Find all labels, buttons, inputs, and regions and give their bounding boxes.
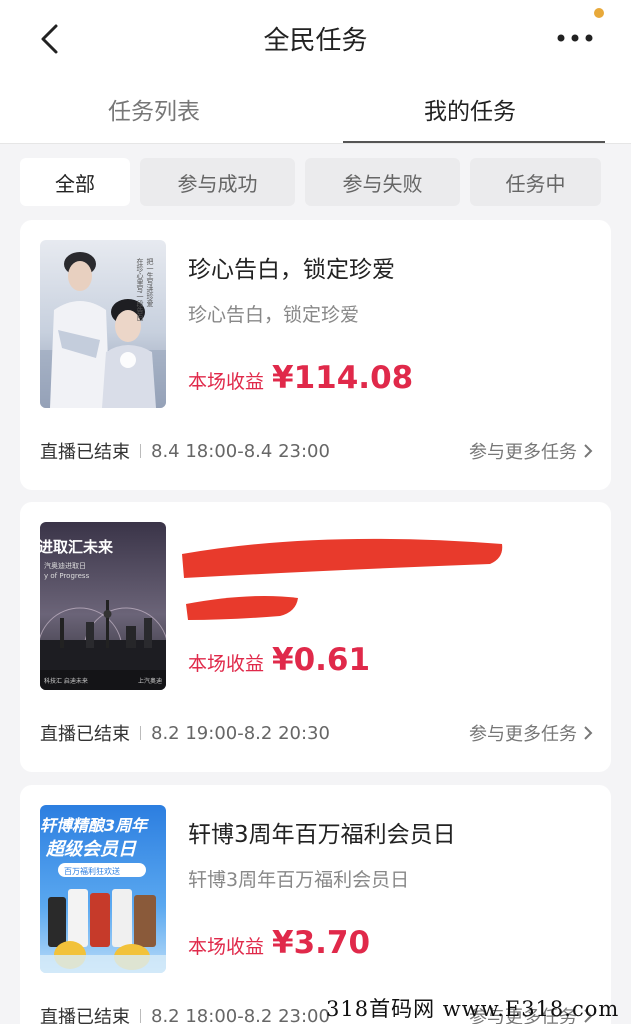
task-time: 8.2 19:00-8.2 20:30	[151, 722, 330, 744]
task-thumbnail: 轩博精酿3周年 超级会员日 百万福利狂欢送	[40, 805, 166, 973]
task-time: 8.2 18:00-8.2 23:00	[151, 1005, 330, 1024]
thumb-vertical-text: 把一生写进珍爱	[146, 257, 154, 308]
earnings-label: 本场收益	[188, 653, 265, 675]
thumb-subline: y of Progress	[44, 572, 90, 580]
filter-in-progress[interactable]: 任务中	[470, 158, 601, 206]
thumb-headline: 轩博精酿3周年	[40, 816, 149, 835]
tab-task-list[interactable]: 任务列表	[108, 92, 200, 126]
earnings-value: ¥114.08	[272, 360, 414, 396]
task-earnings: 本场收益 ¥3.70	[188, 925, 370, 965]
thumb-subline: 汽奥迪进取日	[44, 561, 86, 570]
task-subtitle: 珍心告白，锁定珍爱	[188, 304, 360, 326]
task-earnings: 本场收益 ¥0.61	[188, 642, 370, 682]
chevron-right-icon	[584, 726, 593, 740]
task-footer: 直播已结束 8.2 19:00-8.2 20:30 参与更多任务	[40, 720, 593, 746]
task-card[interactable]: 进取汇未来 汽奥迪进取日 y of Progress 科技汇 启迪未来 上汽奥迪…	[20, 502, 611, 772]
top-bar: 全民任务	[0, 0, 631, 78]
more-dots-icon[interactable]	[556, 26, 594, 50]
task-subtitle: 轩博3周年百万福利会员日	[188, 869, 410, 891]
filter-all[interactable]: 全部	[20, 158, 130, 206]
task-card[interactable]: 在珍心里写一段告白 把一生写进珍爱 珍心告白，锁定珍爱 珍心告白，锁定珍爱 本场…	[20, 220, 611, 490]
more-tasks-label: 参与更多任务	[469, 442, 577, 463]
divider	[140, 1009, 141, 1023]
chevron-right-icon	[584, 444, 593, 458]
tab-bar: 任务列表 我的任务	[0, 78, 631, 144]
filter-bar: 全部 参与成功 参与失败 任务中	[0, 158, 631, 208]
thumb-headline: 超级会员日	[45, 839, 137, 860]
task-status: 直播已结束	[40, 1007, 130, 1024]
thumb-ribbon: 百万福利狂欢送	[64, 866, 120, 876]
earnings-value: ¥3.70	[272, 925, 371, 961]
active-tab-indicator	[343, 141, 605, 143]
thumb-vertical-text: 在珍心里写一段告白	[136, 257, 144, 322]
task-thumbnail: 在珍心里写一段告白 把一生写进珍爱	[40, 240, 166, 408]
page-title: 全民任务	[263, 26, 368, 56]
earnings-label: 本场收益	[188, 371, 265, 393]
redaction-scribble	[182, 538, 503, 620]
filter-failed[interactable]: 参与失败	[305, 158, 460, 206]
earnings-label: 本场收益	[188, 936, 265, 958]
notification-dot	[594, 8, 604, 18]
task-earnings: 本场收益 ¥114.08	[188, 360, 413, 400]
task-title: 珍心告白，锁定珍爱	[188, 257, 395, 283]
tab-my-tasks[interactable]: 我的任务	[424, 92, 516, 126]
thumb-caption: 科技汇 启迪未来	[44, 677, 88, 685]
more-tasks-link[interactable]: 参与更多任务	[469, 438, 593, 464]
task-thumbnail: 进取汇未来 汽奥迪进取日 y of Progress 科技汇 启迪未来 上汽奥迪	[40, 522, 166, 690]
task-footer: 直播已结束 8.4 18:00-8.4 23:00 参与更多任务	[40, 438, 593, 464]
watermark: 318首码网 www.E318.com	[326, 997, 620, 1021]
task-time: 8.4 18:00-8.4 23:00	[151, 440, 330, 462]
divider	[140, 726, 141, 740]
filter-success[interactable]: 参与成功	[140, 158, 295, 206]
task-status: 直播已结束	[40, 724, 130, 745]
task-card[interactable]: 轩博精酿3周年 超级会员日 百万福利狂欢送 轩博3周年百万福利会员日 轩博3周年…	[20, 785, 611, 1024]
task-status: 直播已结束	[40, 442, 130, 463]
more-tasks-link[interactable]: 参与更多任务	[469, 720, 593, 746]
task-title: 轩博3周年百万福利会员日	[188, 822, 456, 848]
thumb-headline: 进取汇未来	[40, 538, 114, 556]
more-tasks-label: 参与更多任务	[469, 724, 577, 745]
thumb-caption: 上汽奥迪	[138, 677, 162, 685]
divider	[140, 444, 141, 458]
earnings-value: ¥0.61	[272, 642, 371, 678]
